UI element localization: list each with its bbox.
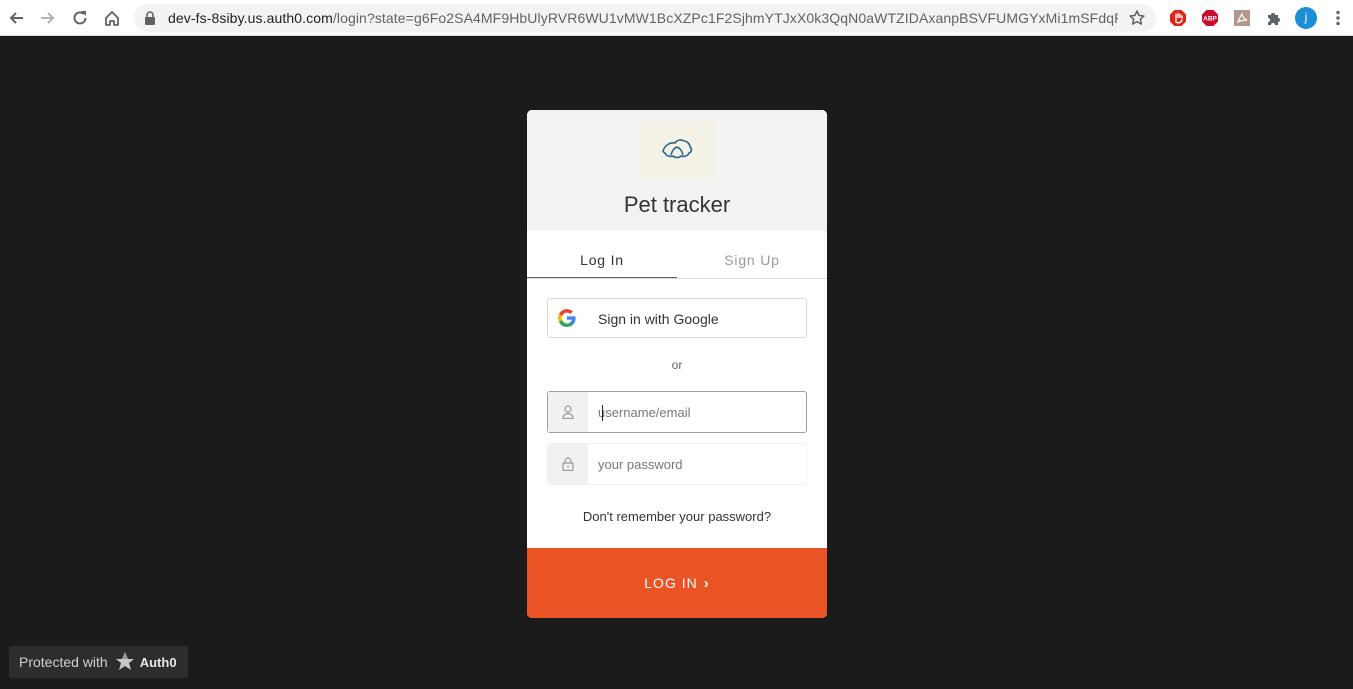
reload-icon xyxy=(73,11,87,25)
lock-icon xyxy=(548,444,588,484)
auth0-badge[interactable]: Protected with Auth0 xyxy=(9,646,188,678)
home-icon xyxy=(105,11,119,26)
google-sign-in-button[interactable]: Sign in with Google xyxy=(547,298,807,338)
menu-kebab-icon[interactable] xyxy=(1327,7,1349,29)
chevron-right-icon: › xyxy=(703,574,710,592)
username-input[interactable] xyxy=(598,392,798,432)
username-field[interactable] xyxy=(547,391,807,433)
back-button[interactable] xyxy=(4,6,28,30)
lock-icon xyxy=(144,11,156,30)
profile-initial: j xyxy=(1304,10,1308,24)
login-card: Pet tracker Log In Sign Up Sign in with … xyxy=(527,110,827,618)
pdf-icon[interactable] xyxy=(1231,7,1253,29)
log-in-button[interactable]: LOG IN › xyxy=(527,548,827,618)
badge-prefix: Protected with xyxy=(19,654,108,670)
google-button-label: Sign in with Google xyxy=(598,311,719,327)
forgot-password-link[interactable]: Don't remember your password? xyxy=(527,509,827,524)
auth-tabs: Log In Sign Up xyxy=(527,231,827,279)
adblock-icon[interactable] xyxy=(1167,7,1189,29)
pet-logo-icon xyxy=(662,138,693,158)
password-input[interactable] xyxy=(598,444,798,484)
url-host: dev-fs-8siby.us.auth0.com xyxy=(168,10,333,26)
password-field[interactable] xyxy=(547,443,807,485)
forward-button[interactable] xyxy=(36,6,60,30)
tab-log-in[interactable]: Log In xyxy=(527,231,677,278)
url-text[interactable]: dev-fs-8siby.us.auth0.com/login?state=g6… xyxy=(168,10,1118,26)
home-button[interactable] xyxy=(100,6,124,30)
text-caret xyxy=(602,405,603,421)
abp-icon[interactable]: ABP xyxy=(1199,7,1221,29)
back-arrow-icon xyxy=(9,12,23,24)
puzzle-icon[interactable] xyxy=(1263,7,1285,29)
auth0-shield-icon xyxy=(115,652,134,672)
browser-toolbar: dev-fs-8siby.us.auth0.com/login?state=g6… xyxy=(0,0,1353,36)
bookmark-star-icon[interactable] xyxy=(1128,9,1146,32)
google-icon xyxy=(558,309,576,332)
address-bar[interactable]: dev-fs-8siby.us.auth0.com/login?state=g6… xyxy=(134,4,1156,32)
url-path: /login?state=g6Fo2SA4MF9HbUlyRVR6WU1vMW1… xyxy=(332,10,1118,26)
card-header: Pet tracker xyxy=(527,110,827,231)
svg-text:ABP: ABP xyxy=(1203,16,1217,23)
or-divider: or xyxy=(671,358,683,372)
user-icon xyxy=(548,392,588,432)
reload-button[interactable] xyxy=(68,6,92,30)
log-in-label: LOG IN xyxy=(644,575,698,591)
profile-avatar[interactable]: j xyxy=(1295,7,1317,29)
forward-arrow-icon xyxy=(41,12,55,24)
auth0-brand: Auth0 xyxy=(139,654,177,670)
app-title: Pet tracker xyxy=(623,192,731,217)
tab-sign-up[interactable]: Sign Up xyxy=(677,231,827,278)
app-logo xyxy=(638,121,716,178)
